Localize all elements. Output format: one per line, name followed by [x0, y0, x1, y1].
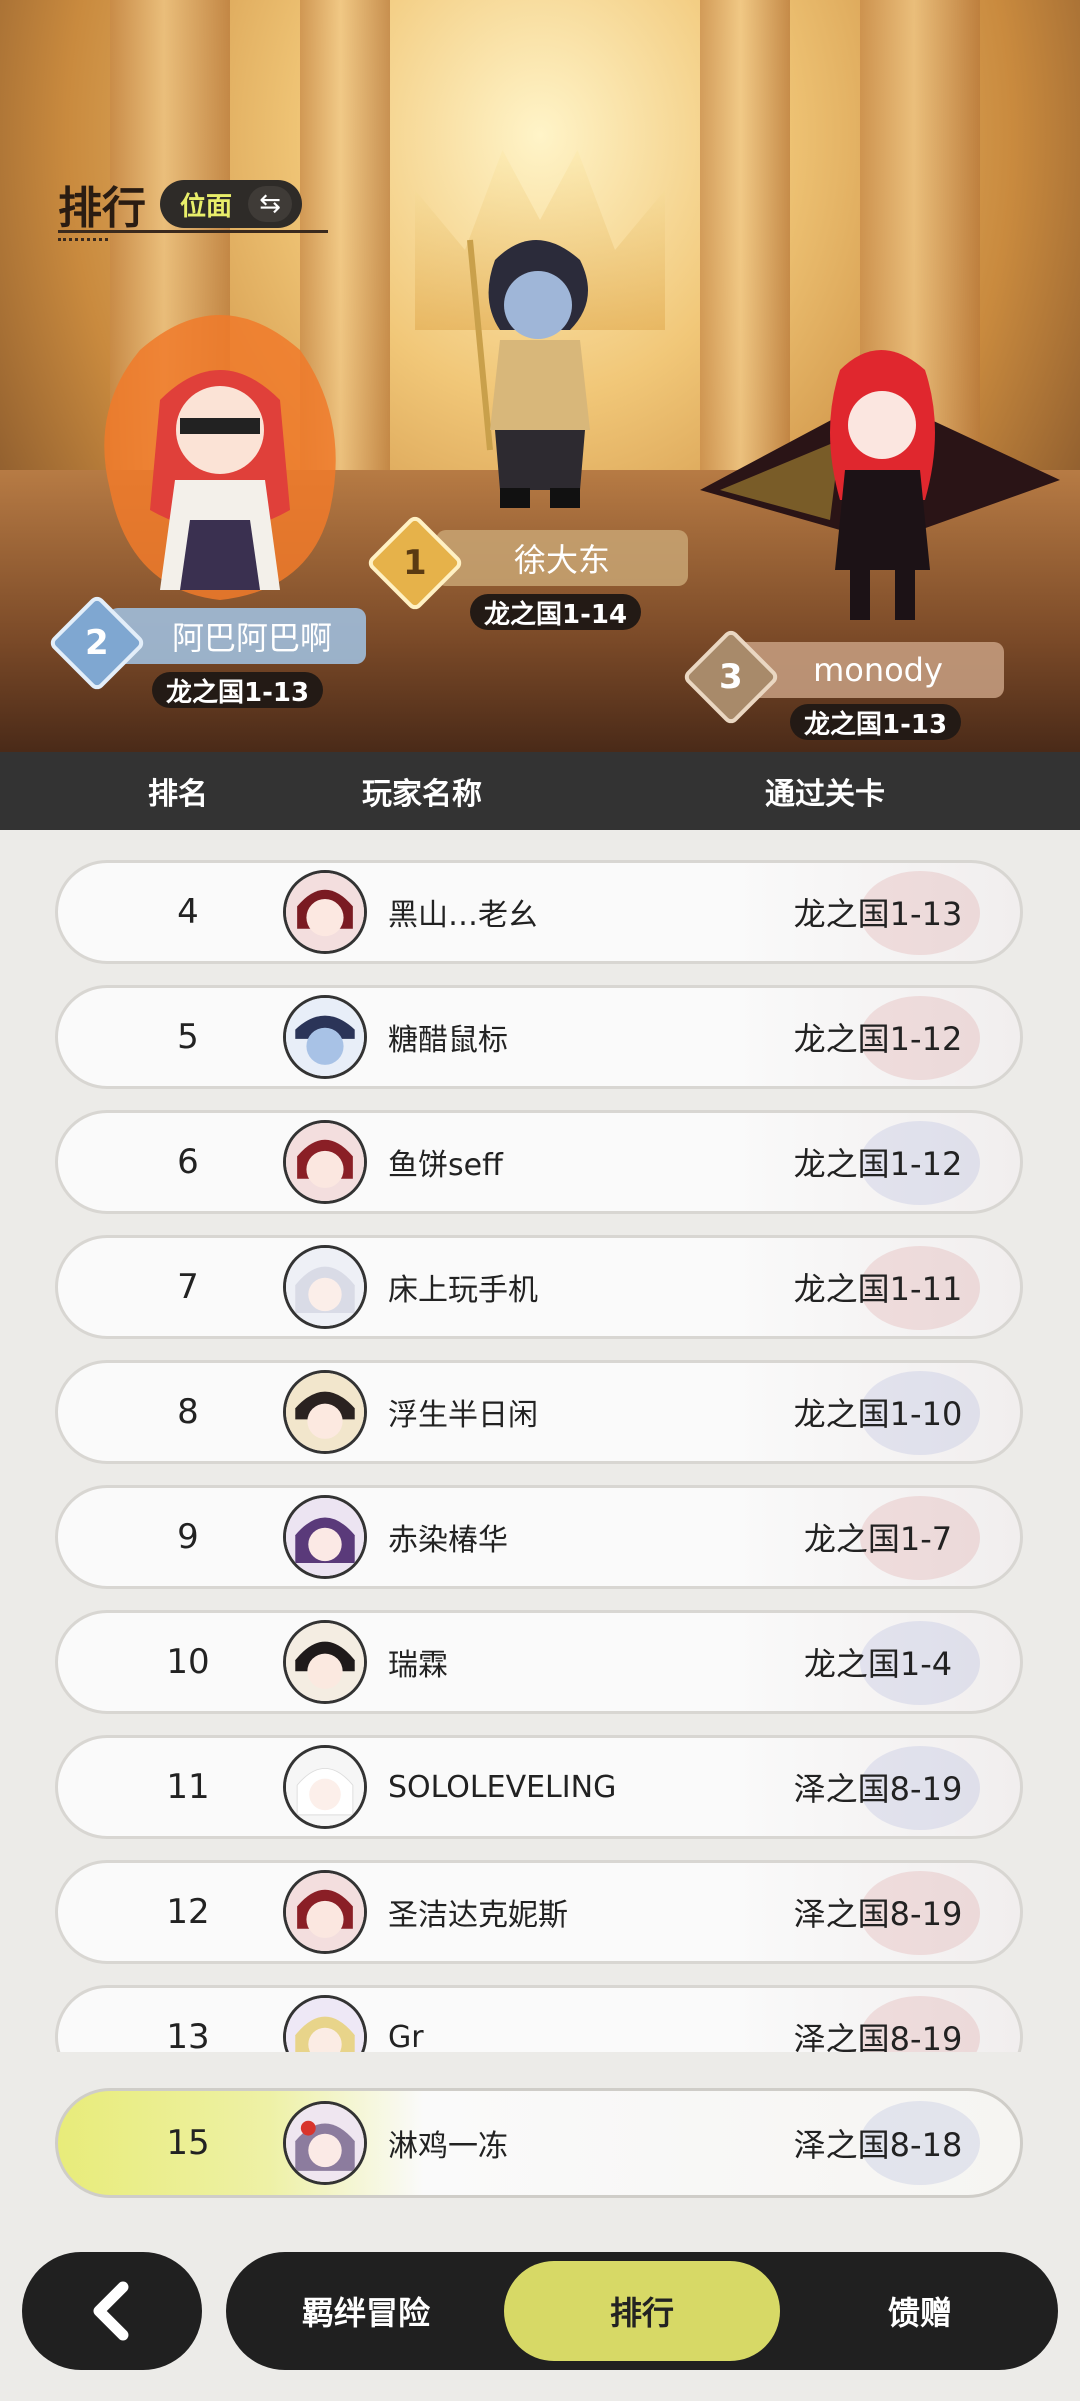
chevron-left-icon — [93, 2281, 129, 2341]
table-row[interactable]: 9 赤染椿华 龙之国1-7 — [55, 1485, 1023, 1589]
avatar[interactable] — [283, 1745, 367, 1829]
swap-icon[interactable]: ⇆ — [248, 186, 293, 222]
avatar[interactable] — [283, 1870, 367, 1954]
rank-3-name: monody — [813, 651, 943, 689]
rank-1-nameplate[interactable]: 徐大东 — [436, 530, 688, 586]
avatar[interactable] — [283, 995, 367, 1079]
row-stage: 龙之国1-12 — [793, 1020, 963, 1058]
table-row[interactable]: 11 SOLOLEVELING 泽之国8-19 — [55, 1735, 1023, 1839]
row-player-name: 瑞霖 — [388, 1648, 448, 1683]
col-rank: 排名 — [148, 777, 208, 812]
row-rank: 6 — [177, 1142, 199, 1182]
avatar[interactable] — [283, 1995, 367, 2052]
rank-3-character[interactable] — [700, 330, 1060, 630]
rank-2-stage: 龙之国1-13 — [152, 672, 324, 708]
page-header: 排行 位面 ⇆ — [58, 172, 303, 236]
bottom-tabs: 羁绊冒险 排行 馈赠 — [226, 2252, 1058, 2370]
row-rank: 7 — [177, 1267, 199, 1307]
leaderboard-header: 排名 玩家名称 通过关卡 — [0, 752, 1080, 830]
table-row[interactable]: 5 糖醋鼠标 龙之国1-12 — [55, 985, 1023, 1089]
row-stage: 泽之国8-19 — [793, 1895, 963, 1933]
row-stage: 龙之国1-12 — [793, 1145, 963, 1183]
avatar[interactable] — [283, 870, 367, 954]
row-stage: 龙之国1-4 — [803, 1645, 953, 1683]
row-rank: 5 — [177, 1017, 199, 1057]
row-stage: 龙之国1-7 — [803, 1520, 953, 1558]
row-rank: 4 — [177, 892, 199, 932]
rank-1-stage: 龙之国1-14 — [470, 594, 642, 630]
avatar[interactable] — [283, 1495, 367, 1579]
avatar[interactable] — [283, 1120, 367, 1204]
rank-1-name: 徐大东 — [513, 541, 610, 579]
row-rank: 9 — [177, 1517, 199, 1557]
row-stage: 泽之国8-19 — [793, 1770, 963, 1808]
row-rank: 8 — [177, 1392, 199, 1432]
my-rank-row[interactable]: 15 淋鸡一冻 泽之国8-18 — [55, 2088, 1023, 2198]
row-player-name: Gr — [388, 2019, 424, 2053]
row-player-name: 糖醋鼠标 — [388, 1023, 508, 1058]
title-dots — [58, 238, 108, 241]
rank-1-character[interactable] — [440, 220, 630, 520]
row-player-name: 圣洁达克妮斯 — [388, 1898, 568, 1933]
row-rank: 10 — [166, 1642, 210, 1682]
my-rank: 15 — [166, 2123, 210, 2163]
row-rank: 11 — [166, 1767, 210, 1807]
table-row[interactable]: 10 瑞霖 龙之国1-4 — [55, 1610, 1023, 1714]
table-row[interactable]: 8 浮生半日闲 龙之国1-10 — [55, 1360, 1023, 1464]
row-stage: 龙之国1-13 — [793, 895, 963, 933]
row-stage: 泽之国8-19 — [793, 2020, 963, 2052]
back-button[interactable] — [22, 2252, 202, 2370]
rank-2-nameplate[interactable]: 阿巴阿巴啊 — [108, 608, 366, 664]
rank-2-character[interactable] — [80, 290, 360, 610]
row-stage: 龙之国1-11 — [793, 1270, 963, 1308]
col-stage: 通过关卡 — [765, 777, 885, 812]
table-row[interactable]: 4 黑山…老幺 龙之国1-13 — [55, 860, 1023, 964]
table-row[interactable]: 12 圣洁达克妮斯 泽之国8-19 — [55, 1860, 1023, 1964]
tab-ranking[interactable]: 排行 — [504, 2261, 780, 2361]
filter-label: 位面 — [180, 191, 233, 222]
title-underline — [58, 230, 328, 233]
row-player-name: 鱼饼seff — [388, 1148, 503, 1183]
avatar[interactable] — [283, 1620, 367, 1704]
avatar[interactable] — [283, 1245, 367, 1329]
leaderboard-list[interactable]: 4 黑山…老幺 龙之国1-13 5 糖醋鼠标 龙之国1-12 6 鱼饼seff … — [0, 830, 1080, 2052]
table-row[interactable]: 7 床上玩手机 龙之国1-11 — [55, 1235, 1023, 1339]
row-player-name: 黑山…老幺 — [388, 898, 538, 933]
table-row[interactable]: 13 Gr 泽之国8-19 — [55, 1985, 1023, 2052]
row-player-name: SOLOLEVELING — [388, 1769, 617, 1805]
row-rank: 13 — [166, 2017, 210, 2052]
my-stage: 泽之国8-18 — [793, 2126, 963, 2164]
avatar[interactable] — [283, 1370, 367, 1454]
row-player-name: 赤染椿华 — [388, 1523, 508, 1558]
page-title: 排行 — [58, 183, 146, 234]
col-player: 玩家名称 — [362, 777, 482, 812]
my-player-name: 淋鸡一冻 — [388, 2129, 508, 2164]
table-row[interactable]: 6 鱼饼seff 龙之国1-12 — [55, 1110, 1023, 1214]
row-player-name: 床上玩手机 — [388, 1273, 538, 1308]
row-stage: 龙之国1-10 — [793, 1395, 963, 1433]
my-avatar[interactable] — [283, 2101, 367, 2185]
rank-2-name: 阿巴阿巴啊 — [171, 619, 332, 657]
rank-3-stage: 龙之国1-13 — [790, 704, 962, 740]
row-rank: 12 — [166, 1892, 210, 1932]
tab-bond-adventure[interactable]: 羁绊冒险 — [246, 2261, 486, 2361]
tab-gift[interactable]: 馈赠 — [800, 2261, 1040, 2361]
realm-filter-toggle[interactable]: 位面 ⇆ — [160, 180, 303, 228]
row-player-name: 浮生半日闲 — [388, 1398, 538, 1433]
